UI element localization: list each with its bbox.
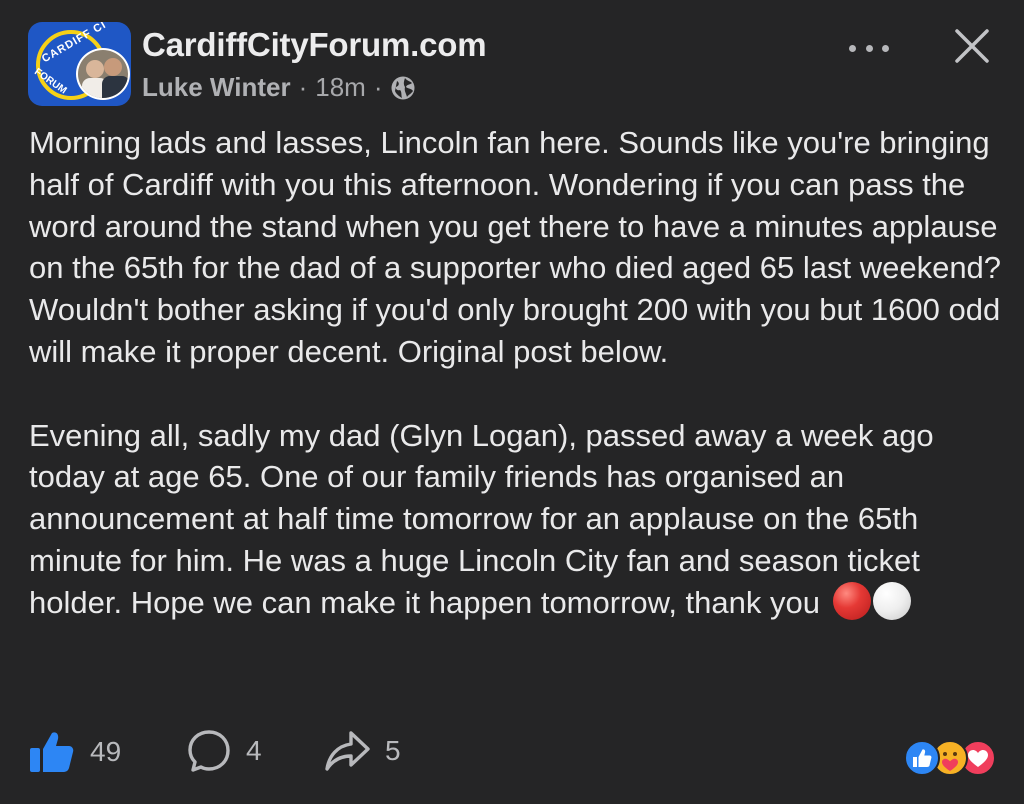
close-button[interactable] — [952, 26, 992, 66]
meta-separator: · — [373, 72, 383, 102]
share-button[interactable]: 5 — [323, 728, 401, 774]
comment-icon — [188, 730, 230, 772]
close-icon — [955, 29, 989, 63]
white-circle-emoji-icon — [872, 581, 911, 620]
post-paragraph-2: Evening all, sadly my dad (Glyn Logan), … — [29, 417, 943, 620]
globe-icon — [390, 75, 416, 101]
post-time[interactable]: 18m — [315, 72, 366, 103]
red-circle-emoji-icon — [832, 581, 871, 620]
avatar-profile-photo — [76, 48, 130, 100]
comment-button[interactable]: 4 — [186, 728, 262, 774]
more-dot — [849, 44, 856, 52]
post-paragraph-1: Morning lads and lasses, Lincoln fan her… — [29, 125, 1010, 369]
like-button[interactable]: 49 — [28, 728, 121, 776]
post-meta: Luke Winter · 18m · — [142, 72, 416, 103]
more-dot — [882, 44, 889, 52]
author-name[interactable]: Luke Winter — [142, 72, 291, 103]
comment-count: 4 — [246, 735, 262, 766]
page-name-link[interactable]: CardiffCityForum.com — [142, 26, 487, 64]
share-count: 5 — [385, 735, 401, 766]
reaction-summary[interactable] — [904, 740, 996, 778]
post-header: CARDIFF CI FORUM CardiffCityForum.com Lu… — [28, 20, 1004, 110]
more-dot — [865, 44, 873, 52]
thumbs-up-icon — [30, 732, 74, 772]
post-body: Morning lads and lasses, Lincoln fan her… — [29, 122, 1004, 624]
meta-separator: · — [298, 72, 308, 102]
post-actions: 49 4 5 — [28, 728, 1004, 784]
page-avatar[interactable]: CARDIFF CI FORUM — [28, 22, 131, 106]
like-count: 49 — [90, 736, 122, 767]
like-reaction-icon — [904, 740, 940, 776]
share-icon — [325, 731, 370, 771]
more-options-button[interactable] — [849, 36, 889, 60]
